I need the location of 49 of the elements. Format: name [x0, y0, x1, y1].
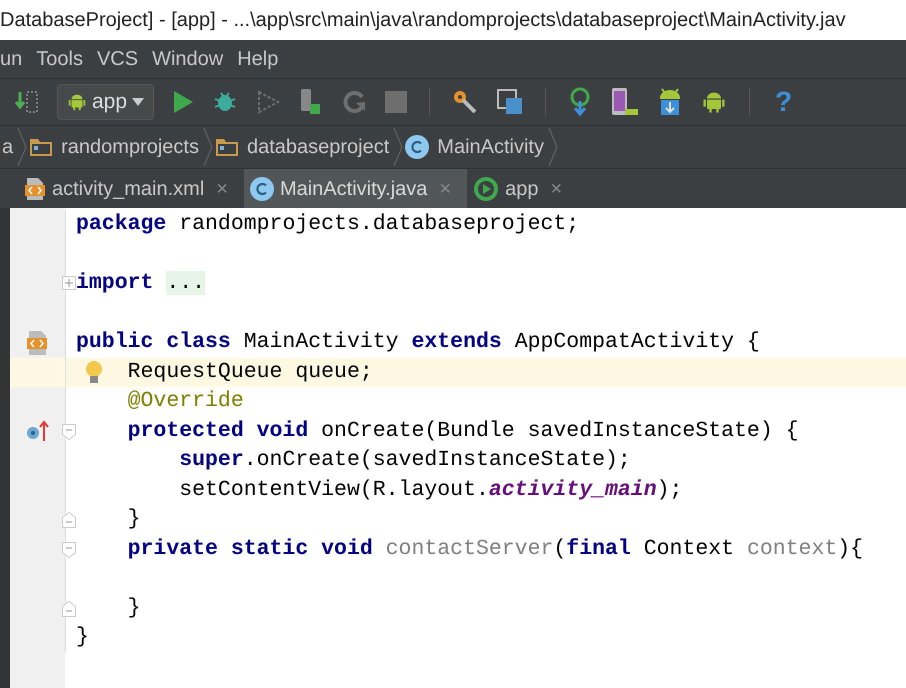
lightbulb-icon[interactable] — [84, 360, 104, 386]
breadcrumb-item[interactable]: randomprojects — [27, 132, 203, 162]
code-line: private static void contactServer(final Context context){ — [128, 536, 864, 562]
editor-tab[interactable]: activity_main.xml × — [18, 169, 244, 208]
breadcrumb-separator-icon — [202, 128, 213, 166]
window-title: DatabaseProject] - [app] - ...\app\src\main\java\randomprojects\databaseproject\MainActivity.jav — [0, 8, 846, 33]
xml-file-icon — [24, 176, 46, 200]
code-line: super.onCreate(savedInstanceState); — [179, 447, 631, 474]
class-icon — [250, 176, 274, 200]
run-config-icon — [473, 176, 500, 202]
fold-icon[interactable] — [62, 542, 76, 558]
run-config-dropdown[interactable]: app — [57, 84, 154, 120]
menu-item[interactable]: Help — [237, 44, 278, 74]
menu-item[interactable]: un — [0, 44, 22, 74]
menu-item[interactable]: VCS — [96, 44, 138, 74]
caret-icon — [131, 97, 146, 107]
code-line: RequestQueue queue; — [128, 358, 373, 386]
code-line: package randomprojects.databaseproject; — [76, 211, 580, 238]
expand-fold-icon[interactable] — [62, 276, 76, 290]
override-marker-icon[interactable] — [26, 419, 50, 444]
layout-file-icon[interactable] — [26, 330, 50, 356]
fold-icon[interactable] — [62, 424, 76, 440]
breadcrumb-separator-icon — [17, 128, 28, 166]
play-icon[interactable] — [171, 89, 196, 115]
fold-end-icon[interactable] — [62, 512, 76, 528]
breadcrumb-item[interactable]: a — [0, 132, 18, 162]
fold-end-icon[interactable] — [62, 600, 76, 616]
code-line: protected void onCreate(Bundle savedInstanceState) { — [128, 418, 799, 444]
code-line: @Override — [128, 388, 244, 415]
class-icon — [405, 135, 430, 159]
project-structure-icon[interactable] — [496, 88, 524, 116]
editor-tab[interactable]: app × — [467, 169, 578, 208]
breadcrumb-separator-icon — [548, 128, 558, 166]
code-line: setContentView(R.layout.activity_main); — [179, 476, 682, 504]
menu-item[interactable]: Tools — [36, 44, 83, 74]
menu-item[interactable]: Window — [152, 44, 224, 74]
code-line: public class MainActivity extends AppCompatActivity { — [76, 329, 760, 356]
breadcrumb-item[interactable]: databaseproject — [212, 132, 394, 162]
phone-android-icon[interactable] — [610, 87, 640, 117]
folder-icon — [214, 137, 239, 157]
breadcrumb-separator-icon — [393, 128, 404, 166]
code-line: } — [76, 624, 89, 651]
make-icon[interactable] — [14, 89, 40, 115]
code-line: import ... — [76, 270, 206, 297]
breadcrumb-item[interactable]: MainActivity — [403, 132, 548, 162]
code-line: } — [128, 594, 141, 622]
editor-tab[interactable]: MainActivity.java × — [244, 169, 468, 208]
folder-icon — [29, 137, 54, 157]
code-line: } — [128, 506, 141, 533]
